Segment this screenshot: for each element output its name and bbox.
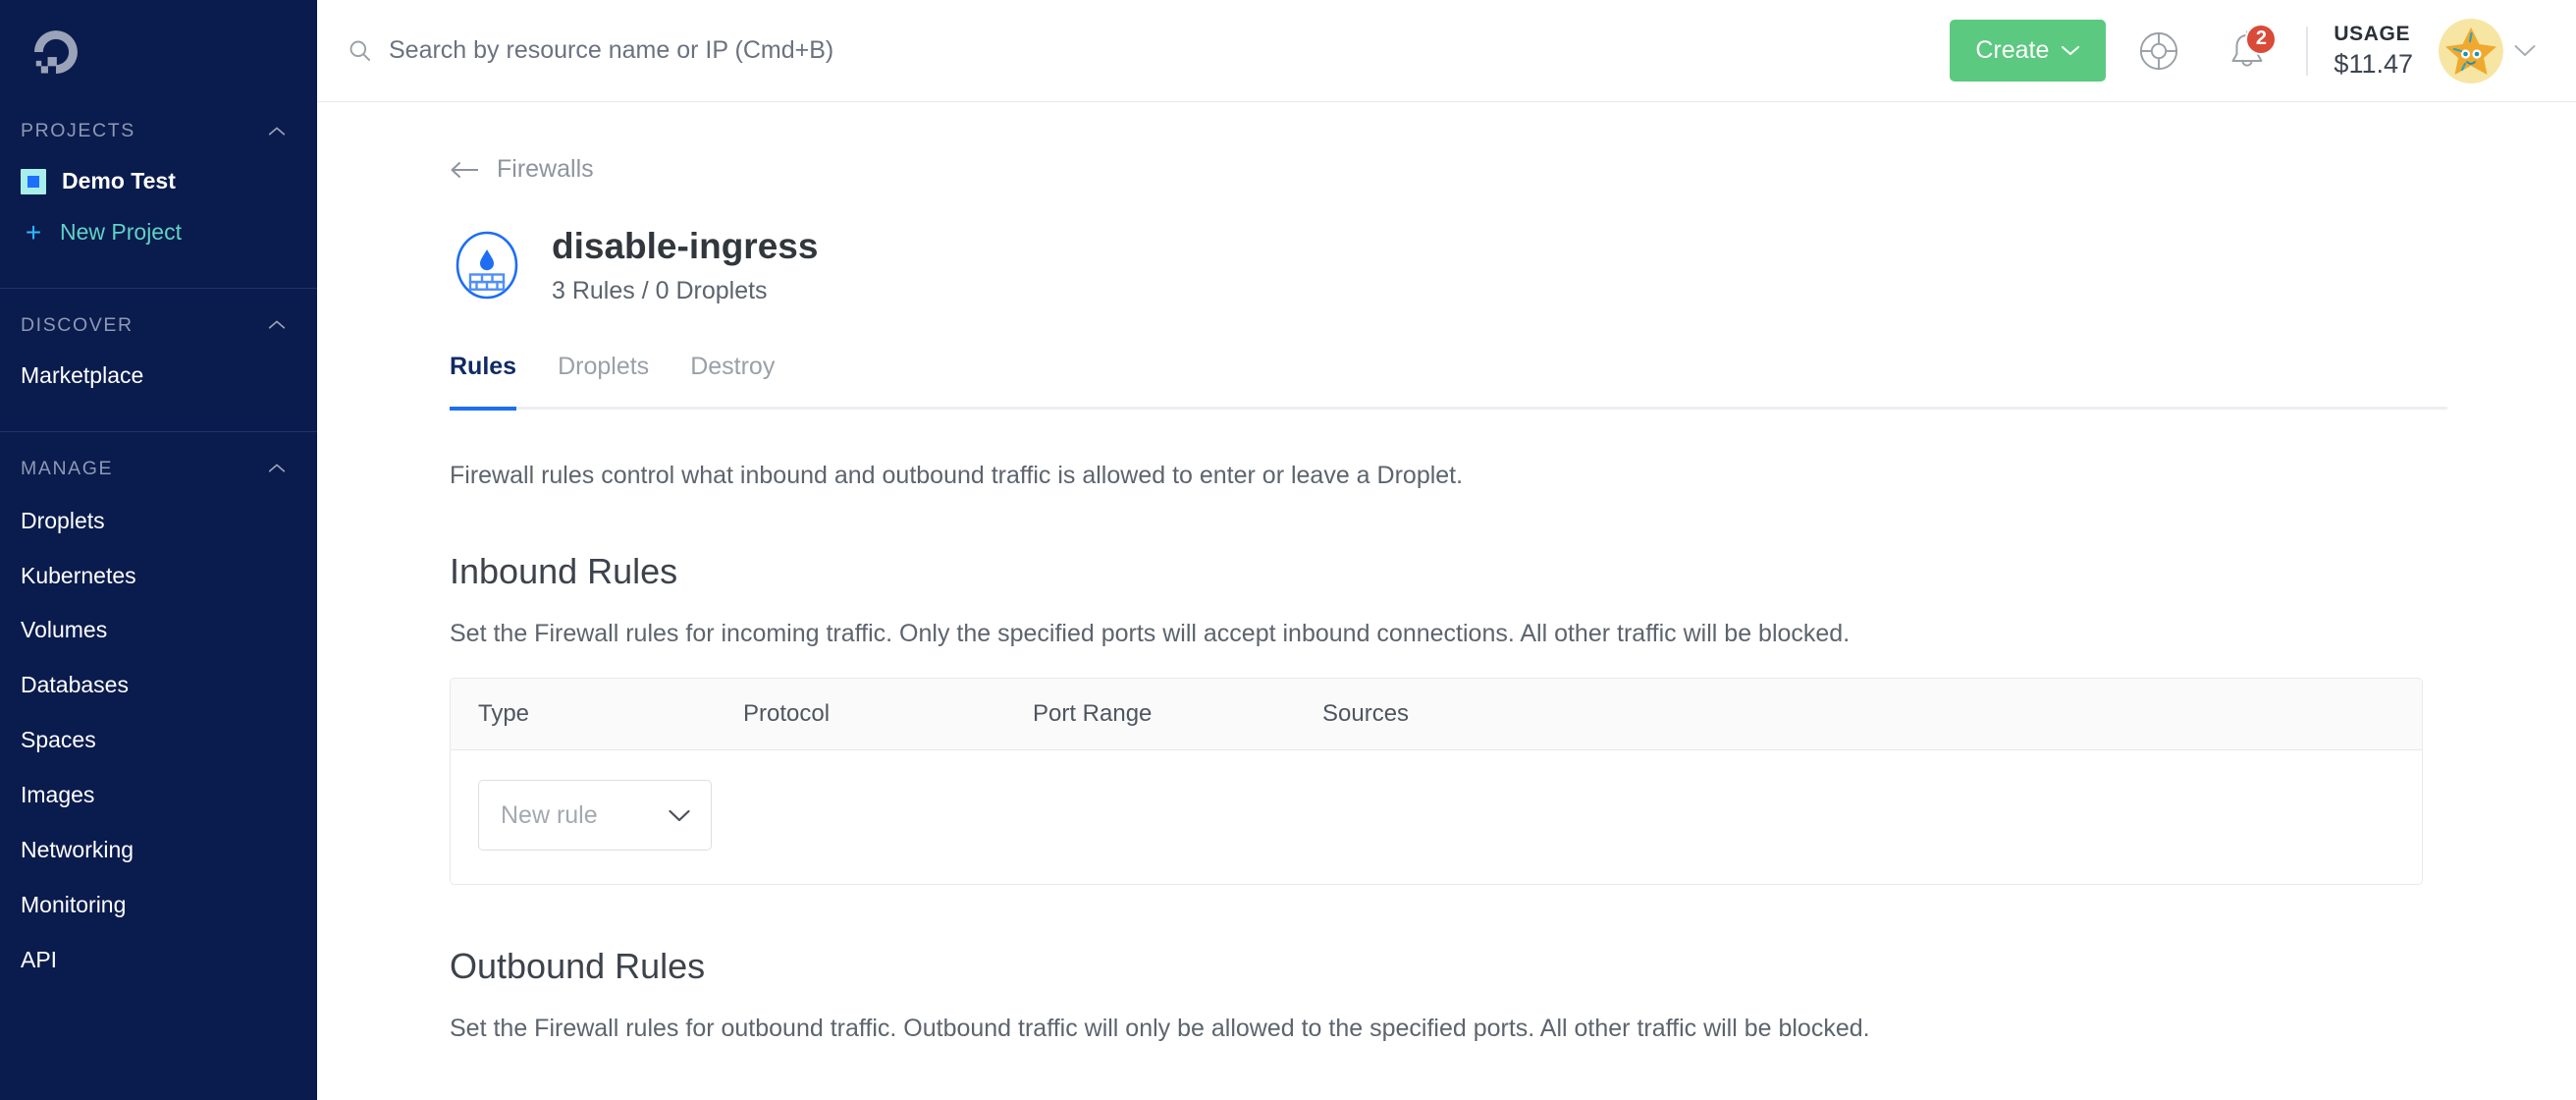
inbound-rules-description: Set the Firewall rules for incoming traf… [450, 620, 1851, 648]
new-rule-label: New rule [501, 800, 598, 829]
sidebar-item-label: Marketplace [21, 361, 144, 388]
sidebar-item-monitoring[interactable]: Monitoring [0, 878, 317, 933]
inbound-rules-table: Type Protocol Port Range Sources New rul… [450, 678, 2423, 886]
search-icon [349, 40, 371, 62]
sidebar-item-spaces[interactable]: Spaces [0, 713, 317, 768]
arrow-left-icon [451, 161, 478, 178]
tab-droplets[interactable]: Droplets [558, 353, 649, 407]
inbound-new-rule-dropdown[interactable]: New rule [478, 780, 712, 852]
sidebar-item-api[interactable]: API [0, 933, 317, 988]
outbound-rules-title: Outbound Rules [450, 946, 706, 987]
sidebar-discover-label: DISCOVER [21, 313, 134, 336]
usage-amount: $11.47 [2334, 48, 2413, 79]
page-content: Firewalls disable-ingress 3 Rules / 0 Dr… [317, 102, 2576, 1043]
chevron-down-icon[interactable] [2513, 43, 2537, 58]
sidebar-item-label: Networking [21, 837, 134, 863]
search-container[interactable] [347, 36, 1951, 65]
column-header-sources: Sources [1322, 700, 1410, 728]
tab-label: Destroy [690, 353, 776, 381]
sidebar-item-droplets[interactable]: Droplets [0, 494, 317, 549]
column-header-type: Type [478, 700, 530, 728]
sidebar-item-label: Databases [21, 672, 129, 698]
help-button[interactable] [2123, 16, 2194, 86]
sidebar-section-projects: PROJECTS Demo Test + New Project [0, 94, 317, 289]
usage-display[interactable]: USAGE $11.47 [2334, 23, 2413, 80]
account-menu[interactable] [2439, 18, 2537, 83]
top-bar: Create [317, 0, 2576, 102]
sidebar-manage-header[interactable]: MANAGE [0, 432, 317, 494]
sidebar-discover-header[interactable]: DISCOVER [0, 289, 317, 351]
sidebar-item-label: Images [21, 782, 95, 808]
digitalocean-logo-icon [34, 30, 78, 74]
tab-underline [450, 407, 2447, 412]
life-ring-icon [2140, 31, 2178, 70]
sidebar-projects-header[interactable]: PROJECTS [0, 94, 317, 156]
column-header-protocol: Protocol [743, 700, 831, 728]
sidebar-item-kubernetes[interactable]: Kubernetes [0, 549, 317, 604]
sidebar-section-manage: MANAGE Droplets Kubernetes Volumes Datab… [0, 432, 317, 988]
sidebar-item-new-project[interactable]: + New Project [0, 207, 317, 258]
inbound-rules-title: Inbound Rules [450, 551, 678, 592]
sidebar-item-label: Droplets [21, 507, 105, 533]
vertical-divider [2306, 26, 2309, 76]
page-intro-text: Firewall rules control what inbound and … [450, 462, 1464, 490]
sidebar-item-databases[interactable]: Databases [0, 658, 317, 713]
page-title: disable-ingress [552, 226, 819, 266]
sidebar-item-label: Monitoring [21, 891, 127, 917]
firewall-icon [456, 231, 518, 300]
sidebar-item-label: Spaces [21, 727, 96, 753]
sidebar-item-volumes[interactable]: Volumes [0, 603, 317, 658]
sidebar-item-label: Volumes [21, 617, 108, 643]
create-button-label: Create [1975, 36, 2050, 64]
outbound-rules-description: Set the Firewall rules for outbound traf… [450, 1015, 1870, 1043]
create-button[interactable]: Create [1950, 20, 2107, 82]
page-header-text: disable-ingress 3 Rules / 0 Droplets [552, 225, 818, 305]
chevron-up-icon[interactable] [266, 314, 288, 336]
sidebar-item-label: Demo Test [62, 168, 176, 193]
project-swatch-icon [21, 168, 46, 194]
sidebar-item-marketplace[interactable]: Marketplace [0, 351, 317, 402]
notifications-button[interactable]: 2 [2212, 16, 2282, 86]
starfish-avatar [2439, 18, 2503, 83]
sidebar-manage-label: MANAGE [21, 457, 114, 479]
sidebar-new-project-label: New Project [60, 218, 182, 245]
tab-bar: Rules Droplets Destroy [450, 353, 2447, 407]
chevron-up-icon[interactable] [266, 121, 288, 142]
chevron-up-icon[interactable] [266, 458, 288, 479]
sidebar-item-images[interactable]: Images [0, 768, 317, 823]
inbound-table-body: New rule [451, 750, 2422, 884]
main-area: Create [317, 0, 2576, 1100]
sidebar: PROJECTS Demo Test + New Project DISCOVE… [0, 0, 317, 1100]
active-tab-indicator [450, 407, 516, 412]
tab-label: Droplets [558, 353, 650, 381]
chevron-down-icon [669, 809, 690, 821]
breadcrumb-label: Firewalls [497, 155, 594, 183]
page-header: disable-ingress 3 Rules / 0 Droplets [450, 225, 2576, 305]
usage-label: USAGE [2334, 22, 2411, 45]
chevron-down-icon [2062, 45, 2080, 56]
plus-icon: + [25, 216, 42, 248]
search-input[interactable] [389, 36, 1951, 65]
breadcrumb[interactable]: Firewalls [450, 155, 2576, 184]
logo-container[interactable] [0, 0, 317, 94]
sidebar-section-discover: DISCOVER Marketplace [0, 289, 317, 432]
sidebar-item-demo-test[interactable]: Demo Test [0, 156, 317, 207]
column-header-port-range: Port Range [1033, 700, 1153, 728]
app-root: PROJECTS Demo Test + New Project DISCOVE… [0, 0, 2576, 1100]
top-bar-actions: Create 2 USAGE $11.47 [1950, 16, 2537, 86]
sidebar-item-label: Kubernetes [21, 562, 136, 588]
tab-rules[interactable]: Rules [450, 353, 516, 407]
sidebar-item-networking[interactable]: Networking [0, 823, 317, 878]
notification-badge: 2 [2245, 23, 2278, 55]
tab-destroy[interactable]: Destroy [690, 353, 775, 407]
sidebar-projects-label: PROJECTS [21, 120, 135, 141]
sidebar-item-label: API [21, 946, 58, 972]
page-subtitle: 3 Rules / 0 Droplets [552, 277, 768, 305]
inbound-table-header-row: Type Protocol Port Range Sources [451, 679, 2422, 751]
tab-label: Rules [450, 353, 517, 381]
